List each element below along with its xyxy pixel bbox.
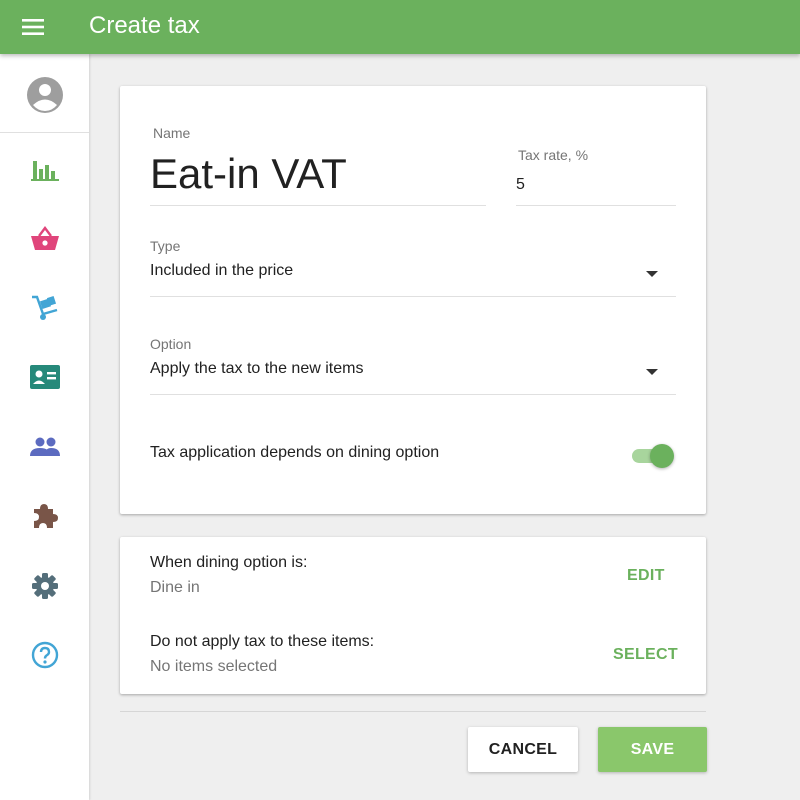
- sidebar-item-integrations[interactable]: [20, 494, 69, 538]
- toggle-thumb: [650, 444, 674, 468]
- name-underline: [150, 205, 486, 206]
- sidebar-item-inventory[interactable]: [20, 286, 69, 330]
- sidebar-item-settings[interactable]: [20, 564, 69, 608]
- dining-option-title: When dining option is:: [150, 554, 308, 571]
- sidebar-item-employees[interactable]: [20, 355, 69, 399]
- option-select[interactable]: Apply the tax to the new items: [150, 356, 676, 386]
- menu-button[interactable]: [22, 10, 66, 44]
- option-value: Apply the tax to the new items: [150, 360, 364, 377]
- select-items-button[interactable]: SELECT: [613, 642, 678, 668]
- type-value: Included in the price: [150, 262, 294, 279]
- tax-rate-input[interactable]: [516, 173, 666, 197]
- edit-button[interactable]: EDIT: [627, 563, 665, 589]
- bar-chart-icon: [30, 161, 59, 181]
- help-icon: [31, 641, 58, 669]
- contact-card-icon: [29, 365, 60, 389]
- dropdown-arrow-icon: [646, 271, 658, 277]
- sidebar-item-account[interactable]: [20, 73, 69, 117]
- people-icon: [29, 437, 60, 456]
- name-input[interactable]: [150, 146, 480, 202]
- menu-icon: [22, 19, 44, 35]
- sidebar-item-help[interactable]: [20, 633, 69, 677]
- sidebar: [0, 54, 89, 800]
- hand-truck-icon: [31, 295, 57, 320]
- dining-option-toggle[interactable]: [630, 442, 678, 470]
- tax-form-card: Name Tax rate, % Type Included in the pr…: [120, 86, 706, 514]
- app-bar: Create tax: [0, 0, 800, 54]
- sidebar-item-reports[interactable]: [20, 147, 69, 191]
- type-select[interactable]: Included in the price: [150, 258, 676, 288]
- tax-rate-label: Tax rate, %: [518, 147, 589, 163]
- puzzle-icon: [33, 504, 58, 528]
- tax-rate-underline: [516, 205, 676, 206]
- cancel-button[interactable]: CANCEL: [468, 727, 578, 772]
- type-underline: [150, 296, 676, 297]
- dropdown-arrow-icon: [646, 369, 658, 375]
- dining-option-toggle-label: Tax application depends on dining option: [150, 444, 440, 461]
- option-underline: [150, 394, 676, 395]
- excluded-items-title: Do not apply tax to these items:: [150, 633, 375, 650]
- page-title: Create tax: [89, 12, 200, 39]
- dining-option-value: Dine in: [150, 579, 200, 596]
- sidebar-divider: [0, 132, 89, 133]
- gear-icon: [31, 573, 58, 599]
- shopping-basket-icon: [30, 226, 59, 250]
- sidebar-item-customers[interactable]: [20, 425, 69, 469]
- type-label: Type: [150, 238, 181, 254]
- account-circle-icon: [26, 77, 63, 113]
- dining-option-card: When dining option is: Dine in EDIT Do n…: [120, 537, 706, 694]
- sidebar-item-sales[interactable]: [20, 217, 69, 261]
- save-button[interactable]: SAVE: [598, 727, 707, 772]
- excluded-items-value: No items selected: [150, 658, 278, 675]
- name-label: Name: [153, 125, 191, 141]
- actions-divider: [120, 711, 706, 712]
- option-label: Option: [150, 336, 192, 352]
